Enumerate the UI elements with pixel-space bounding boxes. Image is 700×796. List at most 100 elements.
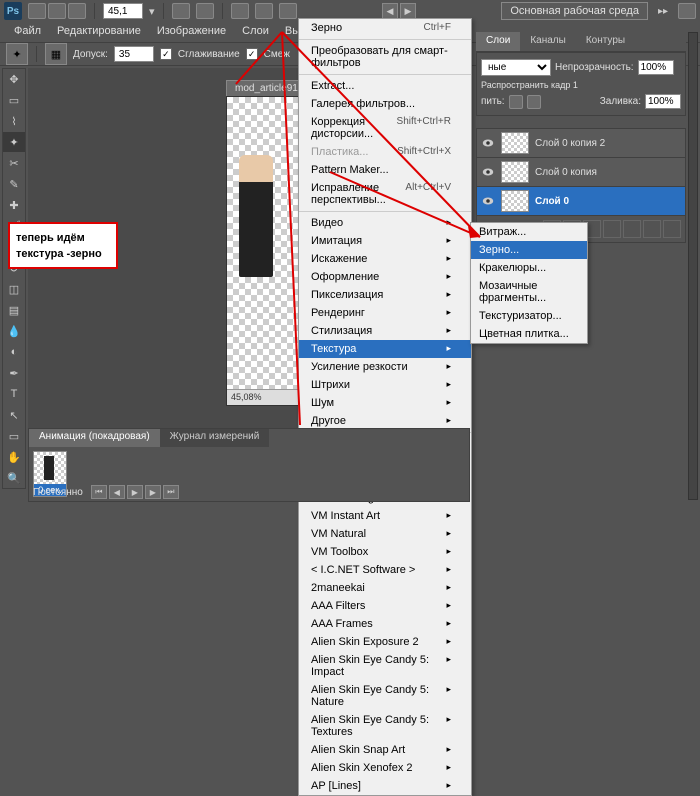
filter-item[interactable]: Extract... [299,77,471,95]
filter-category[interactable]: Шум▸ [299,394,471,412]
first-frame-icon[interactable]: ⏮ [91,485,107,499]
rotate-icon[interactable] [231,3,249,19]
adjust-icon[interactable] [603,220,621,238]
filter-category[interactable]: Видео▸ [299,214,471,232]
filter-plugin[interactable]: < I.C.NET Software >▸ [299,561,471,579]
filter-plugin[interactable]: VM Natural▸ [299,525,471,543]
next-frame-icon[interactable]: ▶ [145,485,161,499]
shape-tool-icon[interactable]: ▭ [3,426,25,446]
arrange-icon[interactable] [255,3,273,19]
zoom-field[interactable] [103,3,143,19]
texture-subitem[interactable]: Текстуризатор... [471,307,587,325]
dodge-tool-icon[interactable]: ◐ [3,342,25,362]
lock-pixels-icon[interactable] [527,95,541,109]
filter-item[interactable]: Пластика...Shift+Ctrl+X [299,143,471,161]
blend-mode-select[interactable]: ные [481,59,551,76]
menu-edit[interactable]: Редактирование [49,22,149,42]
marquee-tool-icon[interactable]: ▭ [3,90,25,110]
lock-transparency-icon[interactable] [509,95,523,109]
lasso-tool-icon[interactable]: ⌇ [3,111,25,131]
blur-tool-icon[interactable]: 💧 [3,321,25,341]
filter-plugin[interactable]: Alien Skin Xenofex 2▸ [299,759,471,777]
screen-mode-icon[interactable] [279,3,297,19]
filter-convert-smart[interactable]: Преобразовать для смарт-фильтров [299,42,471,72]
tab-paths[interactable]: Контуры [576,32,635,51]
document-tab[interactable]: mod_article91 [226,80,307,97]
filter-category[interactable]: Оформление▸ [299,268,471,286]
tab-layers[interactable]: Слои [476,32,520,51]
filter-plugin[interactable]: Alien Skin Exposure 2▸ [299,633,471,651]
texture-subitem[interactable]: Цветная плитка... [471,325,587,343]
filter-item[interactable]: Коррекция дисторсии...Shift+Ctrl+R [299,113,471,143]
visibility-icon[interactable] [481,165,495,179]
filter-plugin[interactable]: Alien Skin Snap Art▸ [299,741,471,759]
loop-mode[interactable]: Постоянно [33,487,83,498]
hand-icon[interactable] [172,3,190,19]
magic-wand-tool-icon[interactable]: ✦ [3,132,25,152]
filter-plugin[interactable]: AP [Lines]▸ [299,777,471,795]
filter-plugin[interactable]: Alien Skin Eye Candy 5: Textures▸ [299,711,471,741]
filter-category[interactable]: Рендеринг▸ [299,304,471,322]
visibility-icon[interactable] [481,194,495,208]
texture-subitem[interactable]: Кракелюры... [471,259,587,277]
zoom-tool-icon[interactable] [196,3,214,19]
group-icon[interactable] [623,220,641,238]
filter-item[interactable]: Pattern Maker... [299,161,471,179]
tab-measurement[interactable]: Журнал измерений [160,429,270,447]
healing-tool-icon[interactable]: ✚ [3,195,25,215]
move-tool-icon[interactable]: ✥ [3,69,25,89]
tab-channels[interactable]: Каналы [520,32,576,51]
workspace-switcher[interactable]: Основная рабочая среда [501,2,648,20]
fill-input[interactable] [645,94,681,109]
filter-category[interactable]: Имитация▸ [299,232,471,250]
play-icon[interactable]: ▶ [127,485,143,499]
texture-subitem[interactable]: Витраж... [471,223,587,241]
filter-category[interactable]: Стилизация▸ [299,322,471,340]
filter-plugin[interactable]: Alien Skin Eye Candy 5: Nature▸ [299,681,471,711]
filter-plugin[interactable]: Alien Skin Eye Candy 5: Impact▸ [299,651,471,681]
layer-row[interactable]: Слой 0 копия [477,158,685,187]
filter-category[interactable]: Усиление резкости▸ [299,358,471,376]
filter-plugin[interactable]: AAA Frames▸ [299,615,471,633]
last-frame-icon[interactable]: ⏭ [163,485,179,499]
visibility-icon[interactable] [481,136,495,150]
layer-row[interactable]: Слой 0 копия 2 [477,129,685,158]
sample-size-icon[interactable]: ▦ [45,43,67,65]
filter-plugin[interactable]: AAA Filters▸ [299,597,471,615]
search-icon[interactable] [678,3,696,19]
tolerance-input[interactable] [114,46,154,62]
menu-layer[interactable]: Слои [234,22,277,42]
filter-plugin[interactable]: VM Toolbox▸ [299,543,471,561]
filter-plugin[interactable]: VM Instant Art▸ [299,507,471,525]
path-tool-icon[interactable]: ↖ [3,405,25,425]
filter-category[interactable]: Штрихи▸ [299,376,471,394]
nav-right-icon[interactable]: ▶ [400,3,416,19]
panel-collapse-strip[interactable] [688,32,698,500]
contiguous-checkbox[interactable]: ✓ [246,48,258,60]
menu-file[interactable]: Файл [6,22,49,42]
crop-tool-icon[interactable]: ✂ [3,153,25,173]
filter-category[interactable]: Текстура▸ [299,340,471,358]
prev-frame-icon[interactable]: ◀ [109,485,125,499]
filter-category[interactable]: Искажение▸ [299,250,471,268]
texture-subitem[interactable]: Зерно... [471,241,587,259]
gradient-tool-icon[interactable]: ▤ [3,300,25,320]
filter-last[interactable]: ЗерноCtrl+F [299,19,471,37]
tab-animation[interactable]: Анимация (покадровая) [29,429,160,447]
filter-category[interactable]: Пикселизация▸ [299,286,471,304]
expand-icon[interactable]: ▸▸ [658,6,668,17]
hand-tool-icon[interactable]: ✋ [3,447,25,467]
texture-subitem[interactable]: Мозаичные фрагменты... [471,277,587,307]
layer-row[interactable]: Слой 0 [477,187,685,216]
eraser-tool-icon[interactable]: ◫ [3,279,25,299]
pen-tool-icon[interactable]: ✒ [3,363,25,383]
bridge-icon[interactable] [28,3,46,19]
menu-image[interactable]: Изображение [149,22,234,42]
type-tool-icon[interactable]: T [3,384,25,404]
nav-left-icon[interactable]: ◀ [382,3,398,19]
filter-item[interactable]: Исправление перспективы...Alt+Ctrl+V [299,179,471,209]
zoom-unit[interactable]: ▾ [149,5,155,18]
history-icon[interactable] [48,3,66,19]
layout-icon[interactable] [68,3,86,19]
filter-plugin[interactable]: 2maneekai▸ [299,579,471,597]
